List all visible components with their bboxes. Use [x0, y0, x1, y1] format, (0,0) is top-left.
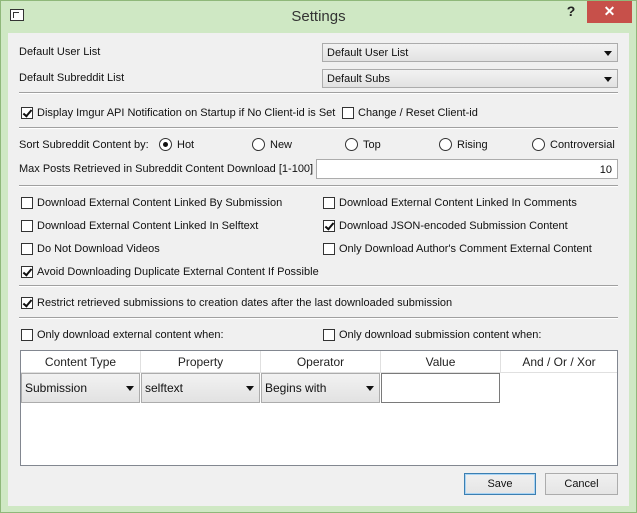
max-posts-input[interactable]: 10 — [316, 159, 618, 179]
chevron-down-icon — [366, 386, 374, 391]
download-json-checkbox[interactable] — [323, 220, 335, 232]
default-user-list-select[interactable]: Default User List — [322, 43, 618, 62]
divider — [19, 185, 618, 187]
settings-panel: Default User List Default User List Defa… — [8, 33, 629, 506]
sort-label: Sort Subreddit Content by: — [19, 139, 149, 151]
download-external-submission-checkbox[interactable] — [21, 197, 33, 209]
display-imgur-notification-checkbox[interactable] — [21, 107, 33, 119]
sort-controversial-radio[interactable] — [532, 138, 545, 151]
avoid-duplicates-label: Avoid Downloading Duplicate External Con… — [37, 266, 319, 278]
download-external-comments-label: Download External Content Linked In Comm… — [339, 197, 577, 209]
column-header-value[interactable]: Value — [381, 351, 501, 373]
max-posts-label: Max Posts Retrieved in Subreddit Content… — [19, 163, 314, 175]
sort-top-radio[interactable] — [345, 138, 358, 151]
default-subreddit-list-label: Default Subreddit List — [19, 72, 125, 84]
help-button[interactable]: ? — [553, 1, 589, 23]
sort-top-label: Top — [363, 139, 381, 151]
column-header-logic[interactable]: And / Or / Xor — [501, 351, 617, 373]
default-subreddit-list-select[interactable]: Default Subs — [322, 69, 618, 88]
property-select[interactable]: selftext — [141, 373, 260, 403]
content-type-select[interactable]: Submission — [21, 373, 140, 403]
sort-hot-label: Hot — [177, 139, 195, 151]
save-button[interactable]: Save — [464, 473, 536, 495]
sort-hot-radio[interactable] — [159, 138, 172, 151]
chevron-down-icon — [246, 386, 254, 391]
settings-window: Settings ? ✕ Default User List Default U… — [0, 0, 637, 513]
only-submission-label: Only download submission content when: — [339, 329, 542, 341]
divider — [19, 127, 618, 129]
window-title: Settings — [291, 8, 346, 25]
only-external-checkbox[interactable] — [21, 329, 33, 341]
default-user-list-label: Default User List — [19, 46, 101, 58]
sort-rising-label: Rising — [457, 139, 488, 151]
content-type-value: Submission — [25, 381, 88, 395]
chevron-down-icon — [604, 77, 612, 82]
only-external-label: Only download external content when: — [37, 329, 224, 341]
download-external-selftext-label: Download External Content Linked In Self… — [37, 220, 259, 232]
sort-new-label: New — [270, 139, 293, 151]
sort-rising-radio[interactable] — [439, 138, 452, 151]
change-client-id-label: Change / Reset Client-id — [358, 107, 478, 119]
value-input[interactable] — [381, 373, 500, 403]
operator-value: Begins with — [265, 381, 327, 395]
column-header-operator[interactable]: Operator — [261, 351, 381, 373]
no-videos-label: Do Not Download Videos — [37, 243, 160, 255]
display-imgur-notification-label: Display Imgur API Notification on Startu… — [37, 107, 336, 119]
close-button[interactable]: ✕ — [587, 1, 632, 23]
download-json-label: Download JSON-encoded Submission Content — [339, 220, 568, 232]
divider — [19, 92, 618, 94]
no-videos-checkbox[interactable] — [21, 243, 33, 255]
sort-new-radio[interactable] — [252, 138, 265, 151]
title-bar[interactable]: Settings ? ✕ — [1, 1, 636, 33]
divider — [19, 317, 618, 319]
property-value: selftext — [145, 381, 184, 395]
default-user-list-value: Default User List — [327, 47, 409, 59]
divider — [19, 285, 618, 287]
max-posts-value: 10 — [599, 164, 612, 176]
column-header-property[interactable]: Property — [141, 351, 261, 373]
avoid-duplicates-checkbox[interactable] — [21, 266, 33, 278]
column-header-content-type[interactable]: Content Type — [21, 351, 141, 373]
download-external-comments-checkbox[interactable] — [323, 197, 335, 209]
chevron-down-icon — [126, 386, 134, 391]
author-comment-only-label: Only Download Author's Comment External … — [339, 243, 592, 255]
chevron-down-icon — [604, 51, 612, 56]
restrict-dates-checkbox[interactable] — [21, 297, 33, 309]
only-submission-checkbox[interactable] — [323, 329, 335, 341]
operator-select[interactable]: Begins with — [261, 373, 380, 403]
sort-controversial-label: Controversial — [550, 139, 615, 151]
download-external-submission-label: Download External Content Linked By Subm… — [37, 197, 283, 209]
default-subreddit-list-value: Default Subs — [327, 73, 390, 85]
change-client-id-checkbox[interactable] — [342, 107, 354, 119]
cancel-button[interactable]: Cancel — [545, 473, 618, 495]
restrict-dates-label: Restrict retrieved submissions to creati… — [37, 297, 453, 309]
author-comment-only-checkbox[interactable] — [323, 243, 335, 255]
download-external-selftext-checkbox[interactable] — [21, 220, 33, 232]
filter-table[interactable]: Content Type Property Operator Value And… — [20, 350, 618, 466]
